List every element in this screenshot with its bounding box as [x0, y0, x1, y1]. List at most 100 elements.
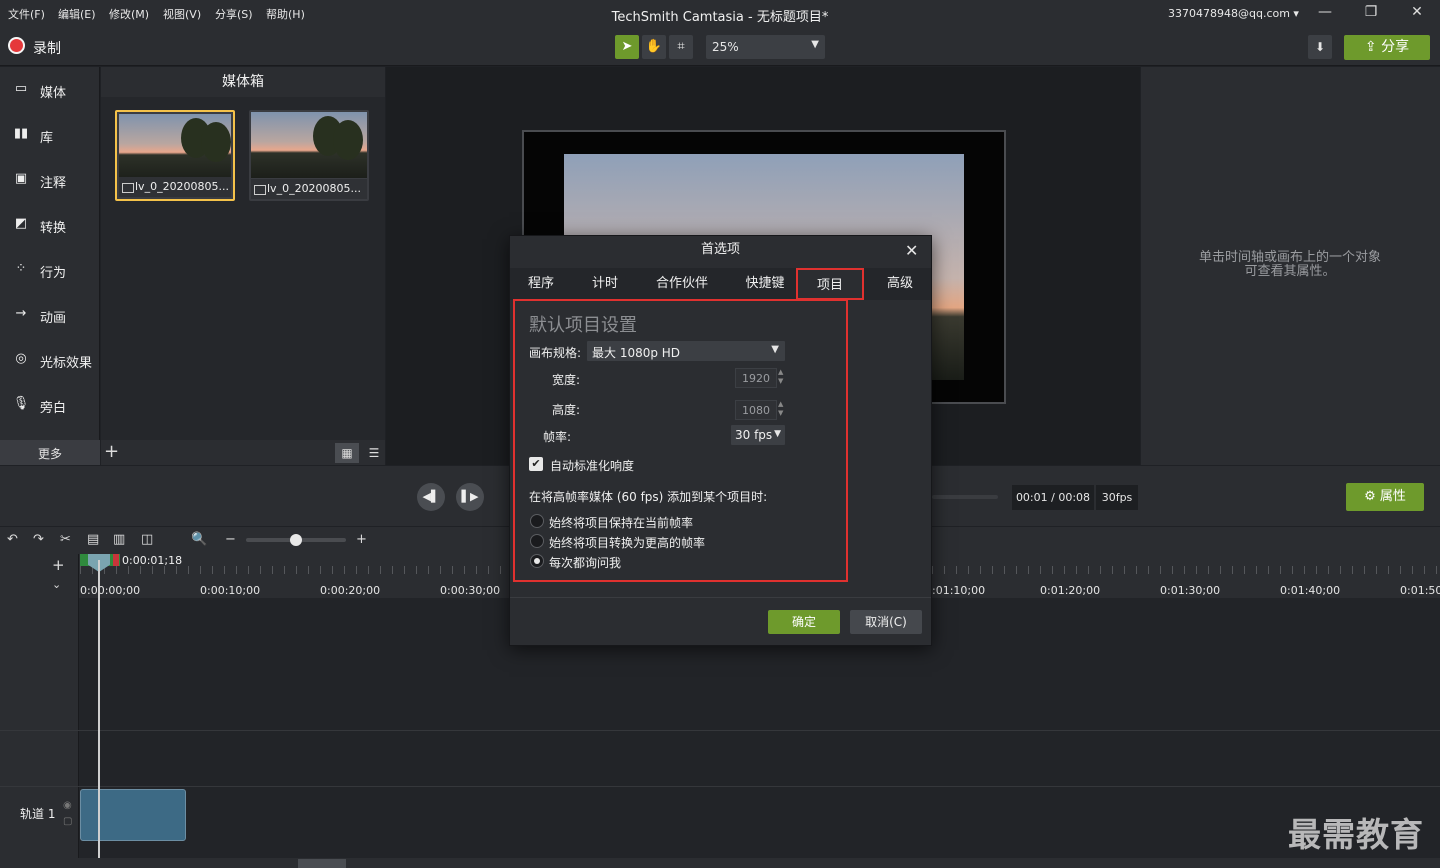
- track-controls: [0, 554, 79, 598]
- sidebar-item-library[interactable]: ▮▮ 库: [0, 114, 100, 154]
- pan-tool-icon[interactable]: ✋: [642, 35, 666, 59]
- canvas-size-label: 画布规格:: [529, 346, 582, 360]
- sidebar-item-voice-narration[interactable]: 🎙 旁白: [0, 384, 100, 424]
- add-track-icon[interactable]: +: [52, 556, 65, 574]
- radio-convert-rate[interactable]: [530, 534, 544, 548]
- behavior-icon: ⁘: [15, 261, 27, 276]
- ok-button[interactable]: 确定: [768, 610, 840, 634]
- crop-tool-icon[interactable]: ⌗: [669, 35, 693, 59]
- ruler-label: 0:01:30;00: [1160, 584, 1221, 597]
- zoom-in-icon[interactable]: +: [356, 532, 367, 547]
- copy-icon[interactable]: ▤: [87, 532, 99, 547]
- zoom-select[interactable]: 25% ▼: [706, 35, 825, 59]
- restore-button[interactable]: ❐: [1356, 4, 1386, 24]
- sidebar-item-annotations[interactable]: ▣ 注释: [0, 159, 100, 199]
- sidebar-item-transitions[interactable]: ◩ 转换: [0, 204, 100, 244]
- lock-icon[interactable]: ▢: [63, 816, 72, 827]
- ruler-label: 0:01:20;00: [1040, 584, 1101, 597]
- play-icon[interactable]: ▌▶: [456, 483, 484, 511]
- tab-partners[interactable]: 合作伙伴: [645, 268, 719, 300]
- split-icon[interactable]: ◫: [141, 532, 153, 547]
- playback-scrubber[interactable]: [932, 495, 998, 499]
- track-divider: [0, 786, 1440, 787]
- stepper-icon[interactable]: ▲ ▼: [778, 368, 783, 386]
- height-label: 高度:: [552, 403, 581, 417]
- sidebar-item-behaviors[interactable]: ⁘ 行为: [0, 249, 100, 289]
- canvas-size-select[interactable]: 最大 1080p HD ▼: [587, 341, 785, 361]
- paste-icon[interactable]: ▥: [113, 532, 125, 547]
- chevron-down-icon: ▼: [811, 39, 819, 50]
- download-icon[interactable]: ⬇: [1308, 35, 1332, 59]
- horizontal-scrollbar[interactable]: [0, 858, 1440, 868]
- media-clip-thumbnail[interactable]: lv_0_20200805...: [115, 110, 235, 201]
- menu-view[interactable]: 视图(V): [163, 6, 201, 22]
- menu-share[interactable]: 分享(S): [215, 6, 253, 22]
- more-button[interactable]: 更多: [0, 440, 100, 465]
- tab-project[interactable]: 项目: [796, 268, 864, 300]
- cancel-button[interactable]: 取消(C): [850, 610, 922, 634]
- normalize-label: 自动标准化响度: [550, 459, 635, 473]
- properties-button[interactable]: ⚙ 属性: [1346, 483, 1424, 511]
- watermark: 最需教育: [1288, 815, 1424, 854]
- menu-edit[interactable]: 编辑(E): [58, 6, 96, 22]
- radio-ask-me[interactable]: [530, 554, 544, 568]
- grid-view-icon[interactable]: ▦: [335, 443, 359, 463]
- height-field[interactable]: 1080: [735, 400, 777, 420]
- account-menu[interactable]: 3370478948@qq.com ▾: [1168, 7, 1299, 20]
- frame-rate-label: 帧率:: [543, 430, 572, 444]
- ruler-label: 0:01:50;: [1400, 584, 1440, 597]
- add-media-icon[interactable]: +: [104, 443, 119, 461]
- clip-preview: [119, 114, 231, 180]
- sidebar: ▭ 媒体 ▮▮ 库 ▣ 注释 ◩ 转换 ⁘ 行为 → 动画 ◎ 光标效果 🎙 旁白: [0, 67, 100, 440]
- tab-advanced[interactable]: 高级: [876, 268, 924, 300]
- list-view-icon[interactable]: ☰: [362, 443, 386, 463]
- stepper-icon[interactable]: ▲ ▼: [778, 400, 783, 418]
- close-icon[interactable]: ✕: [905, 241, 918, 260]
- library-icon: ▮▮: [13, 126, 29, 141]
- share-button[interactable]: ⇪ 分享: [1344, 35, 1430, 60]
- timeline-clip[interactable]: [80, 789, 186, 841]
- zoom-slider-handle[interactable]: [290, 534, 302, 546]
- menu-file[interactable]: 文件(F): [8, 6, 45, 22]
- step-back-icon[interactable]: ◀▌: [417, 483, 445, 511]
- record-button[interactable]: 录制: [33, 38, 61, 58]
- redo-icon[interactable]: ↷: [33, 532, 44, 547]
- sidebar-item-cursor-effects[interactable]: ◎ 光标效果: [0, 339, 100, 379]
- tab-timing[interactable]: 计时: [583, 268, 627, 300]
- app-title: TechSmith Camtasia - 无标题项目*: [611, 10, 829, 25]
- transition-icon: ◩: [14, 216, 28, 231]
- select-tool-icon[interactable]: ➤: [615, 35, 639, 59]
- normalize-checkbox[interactable]: ✔: [529, 457, 543, 471]
- range-end-marker[interactable]: [113, 554, 119, 566]
- eye-icon[interactable]: ◉: [63, 800, 72, 811]
- clip-preview: [251, 112, 367, 178]
- sidebar-item-animations[interactable]: → 动画: [0, 294, 100, 334]
- close-button[interactable]: ✕: [1402, 4, 1432, 24]
- menu-modify[interactable]: 修改(M): [109, 6, 149, 22]
- undo-icon[interactable]: ↶: [7, 532, 18, 547]
- radio-keep-rate[interactable]: [530, 514, 544, 528]
- menu-help[interactable]: 帮助(H): [266, 6, 305, 22]
- chevron-down-icon[interactable]: ⌄: [52, 578, 61, 591]
- tab-shortcuts[interactable]: 快捷键: [735, 268, 795, 300]
- minimize-button[interactable]: —: [1310, 4, 1340, 24]
- media-clip-thumbnail[interactable]: lv_0_20200805...: [249, 110, 369, 201]
- microphone-icon: 🎙: [12, 396, 30, 411]
- media-icon: ▭: [14, 81, 28, 96]
- tab-program[interactable]: 程序: [516, 268, 566, 300]
- hfr-label: 在将高帧率媒体 (60 fps) 添加到某个项目时:: [529, 490, 768, 504]
- zoom-out-icon[interactable]: −: [225, 532, 236, 547]
- clip-name: lv_0_20200805...: [251, 179, 367, 199]
- playhead-line[interactable]: [98, 560, 100, 860]
- frame-rate-select[interactable]: 30 fps ▼: [731, 425, 785, 445]
- section-title: 默认项目设置: [529, 315, 637, 336]
- cut-icon[interactable]: ✂: [60, 532, 71, 547]
- zoom-value: 25%: [712, 40, 739, 54]
- dialog-divider: [510, 597, 931, 598]
- scrollbar-thumb[interactable]: [298, 859, 346, 868]
- record-icon[interactable]: [8, 37, 25, 54]
- sidebar-item-media[interactable]: ▭ 媒体: [0, 69, 100, 109]
- width-field[interactable]: 1920: [735, 368, 777, 388]
- track-label[interactable]: 轨道 1: [20, 805, 55, 822]
- zoom-icon[interactable]: 🔍: [191, 532, 207, 547]
